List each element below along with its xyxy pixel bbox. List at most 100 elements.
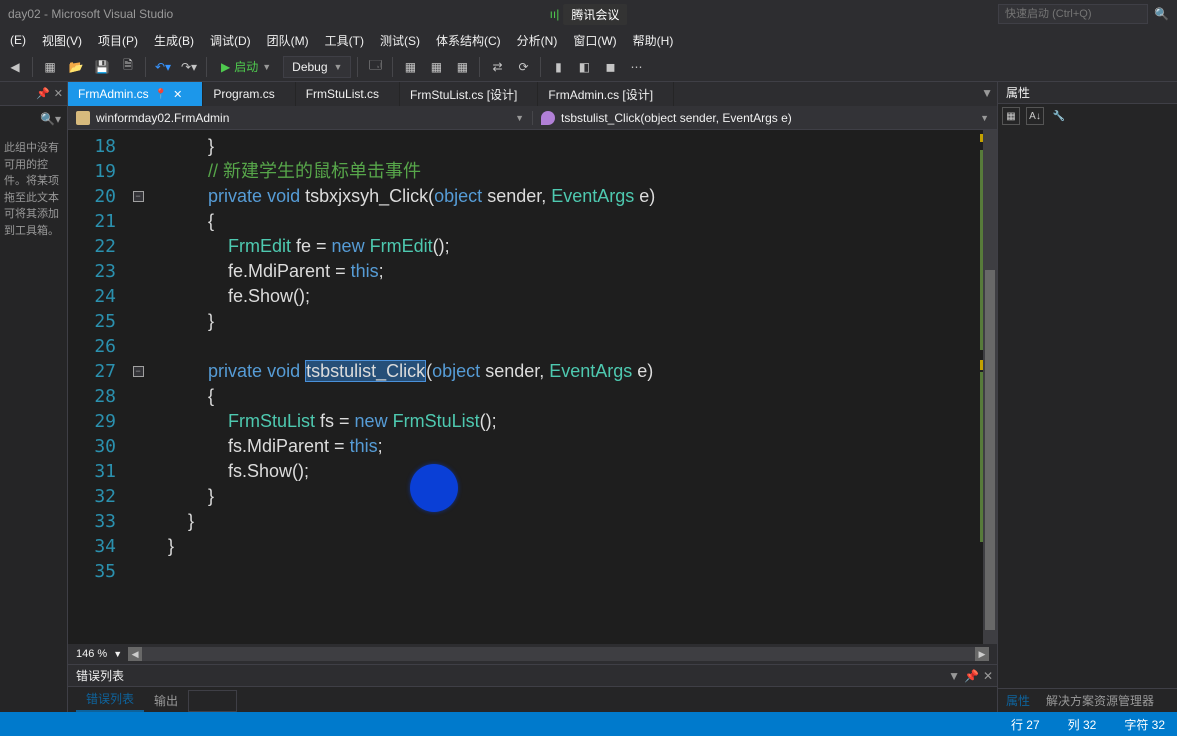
config-dropdown[interactable]: Debug ▼	[283, 56, 351, 78]
rtab-solution-explorer[interactable]: 解决方案资源管理器	[1038, 689, 1162, 712]
zoom-bar: 146 % ▼ ◀ ▶	[68, 644, 997, 664]
method-icon	[541, 111, 555, 125]
tool-button[interactable]: ◧	[573, 56, 595, 78]
redo-button[interactable]: ↷▾	[178, 56, 200, 78]
tool-button[interactable]: ⇄	[486, 56, 508, 78]
menu-view[interactable]: 视图(V)	[36, 30, 88, 51]
close-icon[interactable]: ✕	[983, 669, 993, 683]
tool-button[interactable]: ▦	[425, 56, 447, 78]
menu-analyze[interactable]: 分析(N)	[511, 30, 564, 51]
tab-label: FrmStuList.cs	[306, 87, 379, 101]
tab-frmstulist-design[interactable]: FrmStuList.cs [设计]	[400, 82, 538, 106]
menu-build[interactable]: 生成(B)	[148, 30, 200, 51]
tool-button[interactable]: ▦	[451, 56, 473, 78]
horizontal-scrollbar[interactable]: ◀ ▶	[128, 647, 989, 661]
fold-toggle[interactable]: −	[133, 366, 144, 377]
tool-button[interactable]: 🗔	[364, 56, 386, 78]
status-line: 行 27	[1011, 716, 1040, 733]
right-bottom-tabs: 属性 解决方案资源管理器	[998, 688, 1177, 712]
properties-body	[998, 128, 1177, 688]
menu-team[interactable]: 团队(M)	[261, 30, 315, 51]
close-icon[interactable]: ✕	[173, 88, 182, 101]
menu-debug[interactable]: 调试(D)	[204, 30, 257, 51]
start-debug-button[interactable]: ▶ 启动 ▼	[213, 56, 279, 77]
pin-icon[interactable]: 📍	[155, 89, 167, 100]
save-button[interactable]: 💾	[91, 56, 113, 78]
error-tab-blank[interactable]	[188, 690, 237, 712]
scroll-left-button[interactable]: ◀	[128, 647, 142, 661]
error-tab-output[interactable]: 输出	[144, 689, 188, 712]
error-panel-tabs: 错误列表 输出	[68, 686, 997, 712]
fold-column: −−	[128, 130, 148, 644]
pin-icon[interactable]: 📌	[964, 669, 979, 683]
separator	[357, 57, 358, 77]
menu-help[interactable]: 帮助(H)	[627, 30, 680, 51]
scrollbar-thumb[interactable]	[985, 270, 995, 630]
tab-label: FrmAdmin.cs	[78, 87, 149, 101]
toolbar: ◀ ▦ 📂 💾 🗎 ↶▾ ↷▾ ▶ 启动 ▼ Debug ▼ 🗔 ▦ ▦ ▦ ⇄…	[0, 52, 1177, 82]
editor-tabs: FrmAdmin.cs 📍 ✕ Program.cs FrmStuList.cs…	[68, 82, 997, 106]
tab-label: Program.cs	[213, 87, 274, 101]
editor-area: FrmAdmin.cs 📍 ✕ Program.cs FrmStuList.cs…	[68, 82, 997, 712]
menu-edit[interactable]: (E)	[4, 31, 32, 49]
config-value: Debug	[292, 60, 327, 74]
menu-arch[interactable]: 体系结构(C)	[430, 30, 507, 51]
separator	[145, 57, 146, 77]
quick-launch-input[interactable]	[998, 4, 1148, 24]
error-panel-label: 错误列表	[76, 667, 124, 684]
vertical-scrollbar[interactable]	[983, 130, 997, 644]
cursor-highlight	[410, 464, 458, 512]
undo-button[interactable]: ↶▾	[152, 56, 174, 78]
menu-project[interactable]: 项目(P)	[92, 30, 144, 51]
chevron-down-icon: ▼	[262, 62, 271, 72]
nav-type-dropdown[interactable]: winformday02.FrmAdmin ▼	[68, 111, 533, 125]
code-editor[interactable]: } // 新建学生的鼠标单击事件 private void tsbxjxsyh_…	[148, 130, 997, 644]
rtab-properties[interactable]: 属性	[998, 689, 1038, 712]
chevron-down-icon: ▼	[980, 113, 989, 123]
menu-test[interactable]: 测试(S)	[374, 30, 426, 51]
new-button[interactable]: ▦	[39, 56, 61, 78]
signal-icon: ıı|	[550, 7, 560, 21]
search-icon[interactable]: 🔍▾	[40, 112, 61, 126]
chevron-down-icon[interactable]: ▼	[948, 669, 960, 683]
pin-icon[interactable]: 📌	[36, 87, 50, 100]
tool-button[interactable]: ▮	[547, 56, 569, 78]
open-button[interactable]: 📂	[65, 56, 87, 78]
menu-window[interactable]: 窗口(W)	[567, 30, 622, 51]
nav-back-button[interactable]: ◀	[4, 56, 26, 78]
status-col: 列 32	[1068, 716, 1097, 733]
tool-button[interactable]: ⋯	[625, 56, 647, 78]
chevron-down-icon[interactable]: ▼	[113, 649, 122, 659]
play-icon: ▶	[221, 60, 230, 74]
separator	[540, 57, 541, 77]
zoom-level[interactable]: 146 %	[76, 648, 107, 660]
save-all-button[interactable]: 🗎	[117, 56, 139, 78]
close-icon[interactable]: ✕	[54, 87, 63, 100]
quick-launch: 🔍	[998, 4, 1169, 24]
events-button[interactable]: 🔧	[1050, 107, 1068, 125]
tool-button[interactable]: ◼	[599, 56, 621, 78]
menu-tools[interactable]: 工具(T)	[319, 30, 370, 51]
chevron-down-icon[interactable]: ▼	[981, 86, 993, 100]
statusbar: 行 27 列 32 字符 32	[0, 712, 1177, 736]
fold-toggle[interactable]: −	[133, 191, 144, 202]
scroll-right-button[interactable]: ▶	[975, 647, 989, 661]
separator	[479, 57, 480, 77]
search-icon[interactable]: 🔍	[1154, 7, 1169, 21]
sort-button[interactable]: A↓	[1026, 107, 1044, 125]
tab-label: FrmStuList.cs [设计]	[410, 86, 517, 103]
tab-frmstulist[interactable]: FrmStuList.cs	[296, 82, 400, 106]
error-tab-errors[interactable]: 错误列表	[76, 687, 144, 712]
tab-program[interactable]: Program.cs	[203, 82, 295, 106]
status-char: 字符 32	[1124, 716, 1165, 733]
properties-panel: 属性 ▦ A↓ 🔧 属性 解决方案资源管理器	[997, 82, 1177, 712]
tool-button[interactable]: ⟳	[512, 56, 534, 78]
nav-member-dropdown[interactable]: tsbstulist_Click(object sender, EventArg…	[533, 111, 997, 125]
class-icon	[76, 111, 90, 125]
categorize-button[interactable]: ▦	[1002, 107, 1020, 125]
tool-button[interactable]: ▦	[399, 56, 421, 78]
tab-frmadmin-design[interactable]: FrmAdmin.cs [设计]	[538, 82, 674, 106]
main: 📌 ✕ 🔍▾ 此组中没有可用的控件。将某项拖至此文本可将其添加到工具箱。 Frm…	[0, 82, 1177, 712]
chevron-down-icon: ▼	[515, 113, 524, 123]
tab-frmadmin[interactable]: FrmAdmin.cs 📍 ✕	[68, 82, 203, 106]
